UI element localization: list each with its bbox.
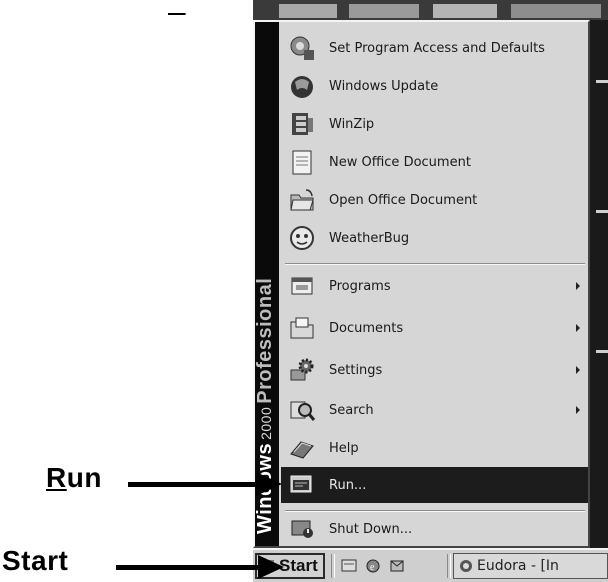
eudora-icon bbox=[460, 560, 472, 572]
menu-item-weatherbug[interactable]: WeatherBug bbox=[281, 220, 588, 256]
help-icon bbox=[287, 433, 317, 463]
submenu-arrow-icon bbox=[576, 406, 580, 414]
svg-text:e: e bbox=[370, 562, 375, 573]
open-office-document-icon bbox=[287, 185, 317, 215]
menu-item-settings[interactable]: Settings bbox=[281, 352, 588, 388]
menu-item-run[interactable]: Run... bbox=[281, 467, 588, 503]
cropped-heading bbox=[168, 0, 186, 18]
task-button-eudora[interactable]: Eudora - [In bbox=[453, 553, 608, 579]
menu-item-programs[interactable]: Programs bbox=[281, 268, 588, 304]
menu-item-set-program-access[interactable]: Set Program Access and Defaults bbox=[281, 30, 588, 66]
run-callout-arrow-line bbox=[128, 482, 258, 487]
weatherbug-icon bbox=[287, 223, 317, 253]
menu-item-windows-update[interactable]: Windows Update bbox=[281, 68, 588, 104]
shutdown-icon bbox=[287, 514, 317, 544]
menu-item-open-office-document[interactable]: Open Office Document bbox=[281, 182, 588, 218]
run-icon bbox=[287, 470, 317, 500]
start-callout-arrow-line bbox=[116, 565, 262, 570]
show-desktop-icon[interactable] bbox=[341, 558, 357, 574]
task-button-label: Eudora - [In bbox=[477, 558, 559, 574]
new-office-document-icon bbox=[287, 147, 317, 177]
menu-item-help[interactable]: Help bbox=[281, 430, 588, 466]
taskbar-divider bbox=[331, 554, 335, 578]
program-access-icon bbox=[287, 33, 317, 63]
run-callout-label: Run bbox=[46, 462, 102, 493]
desktop-background-edge bbox=[590, 20, 608, 548]
menu-separator bbox=[285, 263, 585, 265]
taskbar: Start e Eudora - [In bbox=[253, 548, 608, 582]
search-icon bbox=[287, 395, 317, 425]
start-menu-banner: Windows2000Professional bbox=[254, 22, 279, 546]
settings-icon bbox=[287, 355, 317, 385]
desktop-background-strip bbox=[253, 0, 608, 20]
menu-item-new-office-document[interactable]: New Office Document bbox=[281, 144, 588, 180]
menu-item-winzip[interactable]: WinZip bbox=[281, 106, 588, 142]
start-callout-arrow-head bbox=[258, 555, 284, 579]
winzip-icon bbox=[287, 109, 317, 139]
menu-item-documents[interactable]: Documents bbox=[281, 310, 588, 346]
menu-item-search[interactable]: Search bbox=[281, 392, 588, 428]
start-button-label: Start bbox=[279, 556, 318, 575]
windows-update-icon bbox=[287, 71, 317, 101]
submenu-arrow-icon bbox=[576, 324, 580, 332]
submenu-arrow-icon bbox=[576, 282, 580, 290]
start-callout-label: Start bbox=[2, 545, 69, 576]
taskbar-divider bbox=[447, 554, 451, 578]
run-callout-arrow-head bbox=[256, 472, 282, 496]
documents-icon bbox=[287, 313, 317, 343]
submenu-arrow-icon bbox=[576, 366, 580, 374]
internet-explorer-icon[interactable]: e bbox=[365, 558, 381, 574]
programs-icon bbox=[287, 271, 317, 301]
menu-item-shut-down[interactable]: Shut Down... bbox=[281, 512, 588, 546]
outlook-icon[interactable] bbox=[389, 558, 405, 574]
start-menu: Windows2000Professional Set Program Acce… bbox=[253, 20, 590, 548]
